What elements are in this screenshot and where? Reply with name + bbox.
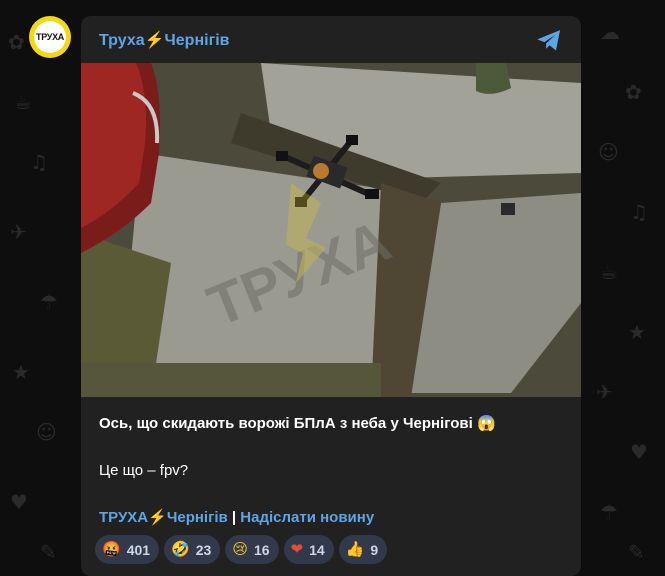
post-photo[interactable]: ТРУХА — [81, 63, 581, 397]
angry-face-icon: 🤬 — [102, 540, 121, 558]
channel-name[interactable]: Труха⚡️Чернігів — [99, 30, 230, 50]
reaction-count: 14 — [309, 541, 325, 558]
post-caption: Ось, що скидають ворожі БПлА з неба у Че… — [99, 415, 496, 432]
message-card: Труха⚡️Чернігів ТРУХА Ось, що скидають в… — [81, 16, 581, 576]
reaction-count: 23 — [195, 541, 212, 558]
reaction-thumbs-up[interactable]: 👍 9 — [338, 535, 388, 564]
link-separator: | — [227, 509, 241, 526]
reaction-rofl[interactable]: 🤣 23 — [164, 535, 221, 564]
rofl-face-icon: 🤣 — [171, 540, 190, 558]
channel-link[interactable]: ТРУХА⚡️Чернігів — [99, 509, 228, 526]
post-caption-question: Це що – fpv? — [99, 462, 189, 479]
reaction-count: 9 — [370, 541, 379, 558]
heart-icon: ❤ — [290, 540, 304, 558]
avatar-label: ТРУХА — [34, 21, 66, 53]
reaction-count: 401 — [126, 541, 151, 558]
thumbs-up-icon: 👍 — [345, 540, 365, 558]
send-news-link[interactable]: Надіслати новину — [240, 509, 374, 526]
channel-avatar[interactable]: ТРУХА — [29, 16, 71, 58]
reaction-heart[interactable]: ❤ 14 — [283, 535, 334, 564]
telegram-share-icon[interactable] — [535, 26, 563, 54]
post-links: ТРУХА⚡️Чернігів | Надіслати новину — [99, 508, 374, 526]
reaction-count: 16 — [253, 541, 270, 558]
reaction-crying[interactable]: 😢 16 — [225, 535, 279, 564]
reactions-bar: 🤬 401 🤣 23 😢 16 ❤ 14 👍 9 — [95, 535, 388, 564]
reaction-angry[interactable]: 🤬 401 — [95, 535, 160, 564]
crying-face-icon: 😢 — [232, 540, 248, 558]
